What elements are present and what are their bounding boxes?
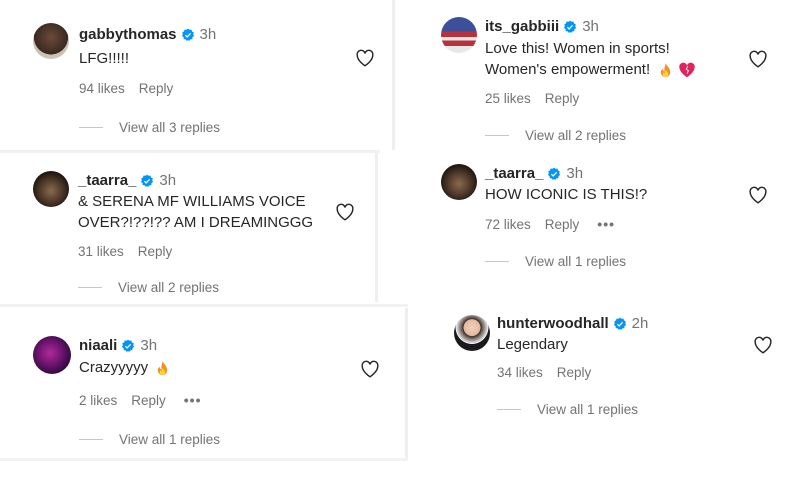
view-replies-label: View all 1 replies <box>525 254 627 269</box>
view-replies-label: View all 2 replies <box>118 280 220 295</box>
timestamp: 3h <box>199 26 217 43</box>
comment-text: Women's empowerment! <box>485 61 651 78</box>
replies-line <box>485 135 509 136</box>
avatar[interactable] <box>33 336 71 374</box>
comment-text: Legendary <box>497 336 568 353</box>
more-options-icon[interactable]: ••• <box>597 216 615 232</box>
like-count[interactable]: 25 likes <box>485 91 531 106</box>
view-replies-label: View all 1 replies <box>119 432 221 447</box>
view-replies-label: View all 3 replies <box>119 120 221 135</box>
comment-item: niaali 3h Crazyyyyy 2 likes Reply ••• Vi… <box>0 310 404 458</box>
username[interactable]: gabbythomas <box>79 26 177 43</box>
username[interactable]: niaali <box>79 337 117 354</box>
comment-text: OVER?!??!?? AM I DREAMINGGG <box>78 214 314 231</box>
comment-text: Love this! Women in sports! <box>485 40 670 57</box>
replies-line <box>79 127 103 128</box>
view-replies-button[interactable]: View all 3 replies <box>79 120 220 135</box>
like-count[interactable]: 31 likes <box>78 244 124 259</box>
verified-badge-icon <box>181 28 194 41</box>
panel-divider <box>392 0 395 150</box>
username[interactable]: hunterwoodhall <box>497 315 609 332</box>
view-replies-button[interactable]: View all 2 replies <box>485 128 626 143</box>
like-heart-icon[interactable] <box>748 50 768 68</box>
panel-divider <box>375 152 378 302</box>
like-heart-icon[interactable] <box>753 336 773 354</box>
reply-button[interactable]: Reply <box>545 91 580 106</box>
username[interactable]: its_gabbiii <box>485 18 559 35</box>
like-count[interactable]: 34 likes <box>497 365 543 380</box>
panel-divider <box>405 308 408 458</box>
like-count[interactable]: 72 likes <box>485 217 531 232</box>
fire-emoji-icon <box>661 62 671 77</box>
panel-divider <box>0 458 408 461</box>
comment-text: LFG!!!!! <box>79 50 130 67</box>
more-options-icon[interactable]: ••• <box>184 392 202 408</box>
comment-text: Crazyyyyy <box>79 359 149 376</box>
comment-item: gabbythomas 3h LFG!!!!! 94 likes Reply V… <box>0 0 390 150</box>
view-replies-label: View all 2 replies <box>525 128 627 143</box>
like-heart-icon[interactable] <box>748 186 768 204</box>
view-replies-label: View all 1 replies <box>537 402 639 417</box>
reply-button[interactable]: Reply <box>138 244 173 259</box>
like-count[interactable]: 2 likes <box>79 393 117 408</box>
view-replies-button[interactable]: View all 1 replies <box>485 254 626 269</box>
timestamp: 3h <box>159 172 177 189</box>
verified-badge-icon <box>613 317 626 330</box>
heart-emoji-icon <box>678 62 695 78</box>
like-heart-icon[interactable] <box>335 203 355 221</box>
username[interactable]: _taarra_ <box>78 172 136 189</box>
replies-line <box>497 409 521 410</box>
avatar[interactable] <box>441 17 477 53</box>
avatar[interactable] <box>33 23 69 59</box>
timestamp: 3h <box>566 165 584 182</box>
comment-item: its_gabbiii 3h Love this! Women in sport… <box>398 0 804 160</box>
comment-item: hunterwoodhall 2h Legendary 34 likes Rep… <box>410 305 804 455</box>
panel-divider <box>0 150 380 153</box>
reply-button[interactable]: Reply <box>545 217 580 232</box>
view-replies-button[interactable]: View all 2 replies <box>78 280 219 295</box>
like-heart-icon[interactable] <box>360 360 380 378</box>
timestamp: 3h <box>582 18 599 35</box>
verified-badge-icon <box>122 339 135 352</box>
comment-text: & SERENA MF WILLIAMS VOICE <box>78 193 306 210</box>
panel-divider <box>0 304 408 307</box>
verified-badge-icon <box>564 20 577 33</box>
replies-line <box>485 261 509 262</box>
view-replies-button[interactable]: View all 1 replies <box>497 402 638 417</box>
reply-button[interactable]: Reply <box>557 365 592 380</box>
view-replies-button[interactable]: View all 1 replies <box>79 432 220 447</box>
replies-line <box>79 439 103 440</box>
verified-badge-icon <box>548 167 561 180</box>
comment-item: _taarra_ 3h HOW ICONIC IS THIS!? 72 like… <box>398 155 804 305</box>
like-heart-icon[interactable] <box>355 49 375 67</box>
reply-button[interactable]: Reply <box>139 81 174 96</box>
avatar[interactable] <box>33 171 69 207</box>
fire-emoji-icon <box>158 360 168 375</box>
reply-button[interactable]: Reply <box>131 393 166 408</box>
like-count[interactable]: 94 likes <box>79 81 125 96</box>
avatar[interactable] <box>441 164 477 200</box>
verified-badge-icon <box>141 174 154 187</box>
comment-item: _taarra_ 3h & SERENA MF WILLIAMS VOICE O… <box>0 155 374 303</box>
timestamp: 2h <box>631 315 649 332</box>
username[interactable]: _taarra_ <box>485 165 543 182</box>
timestamp: 3h <box>140 337 158 354</box>
avatar[interactable] <box>454 315 490 351</box>
replies-line <box>78 287 102 288</box>
comment-text: HOW ICONIC IS THIS!? <box>485 186 648 203</box>
